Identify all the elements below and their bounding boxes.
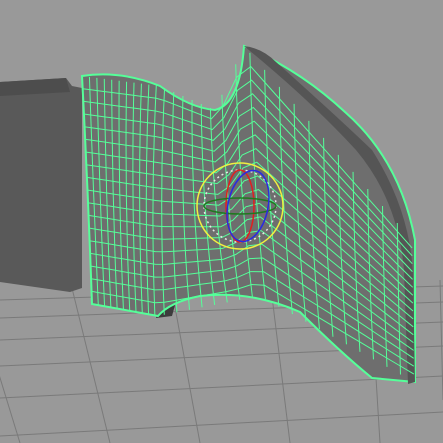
viewport-canvas[interactable] <box>0 0 443 443</box>
3d-viewport[interactable] <box>0 0 443 443</box>
background-object[interactable] <box>0 78 82 292</box>
